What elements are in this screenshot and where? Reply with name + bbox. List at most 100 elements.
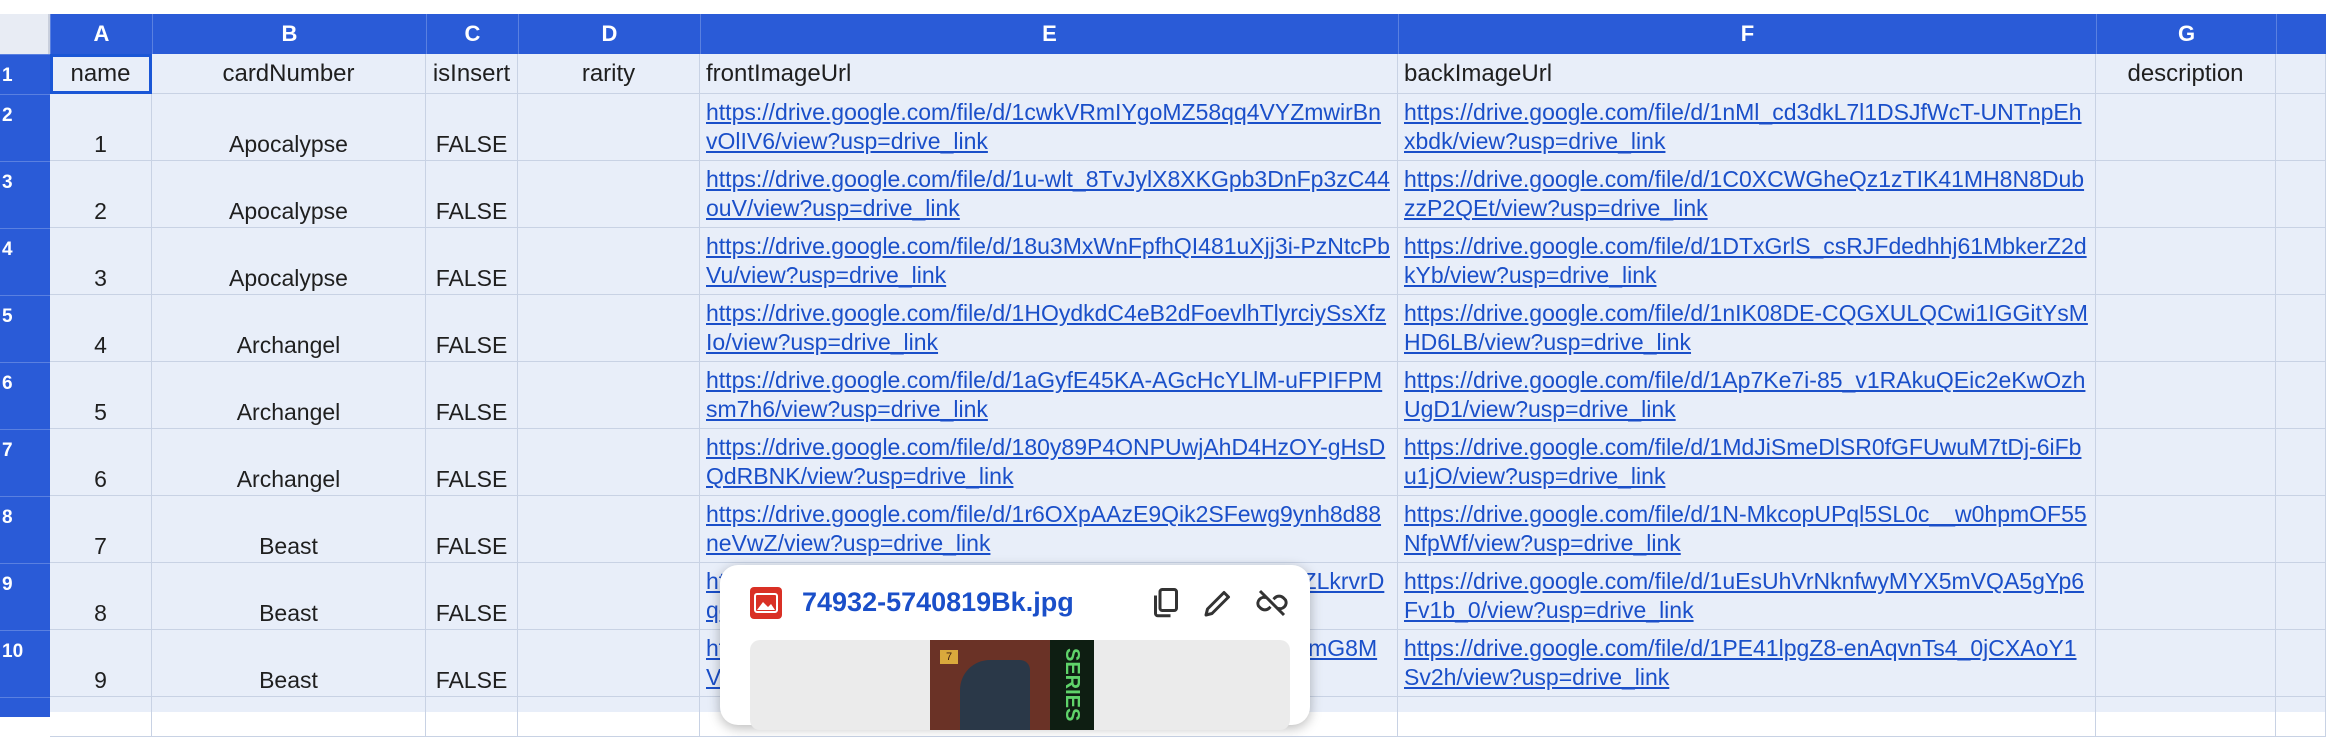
cell-frontimageurl[interactable]: https://drive.google.com/file/d/1HOydkdC…	[700, 295, 1398, 362]
cell-rarity[interactable]	[518, 295, 700, 362]
cell-h[interactable]	[2276, 295, 2326, 362]
cell-description[interactable]	[2096, 228, 2276, 295]
row-header-5[interactable]: 5	[0, 295, 50, 362]
cell-cardnumber[interactable]: Apocalypse	[152, 228, 426, 295]
cell-name[interactable]	[50, 697, 152, 737]
column-header-h[interactable]	[2276, 14, 2326, 54]
row-header-1[interactable]: 1	[0, 54, 50, 94]
cell-name[interactable]: 4	[50, 295, 152, 362]
cell-rarity[interactable]	[518, 630, 700, 697]
cell-description[interactable]	[2096, 563, 2276, 630]
cell-frontimageurl[interactable]: https://drive.google.com/file/d/1r6OXpAA…	[700, 496, 1398, 563]
cell-cardnumber[interactable]: Apocalypse	[152, 94, 426, 161]
column-header-f[interactable]: F	[1398, 14, 2096, 54]
cell-name[interactable]: 3	[50, 228, 152, 295]
cell-cardnumber[interactable]: Apocalypse	[152, 161, 426, 228]
cell-description[interactable]	[2096, 161, 2276, 228]
image-preview[interactable]: 7 SERIES	[750, 640, 1290, 730]
row-header-4[interactable]: 4	[0, 228, 50, 295]
cell-isinsert[interactable]	[426, 697, 518, 737]
unlink-icon[interactable]	[1254, 585, 1290, 621]
cell-description[interactable]	[2096, 295, 2276, 362]
cell-h[interactable]	[2276, 563, 2326, 630]
cell-description[interactable]	[2096, 362, 2276, 429]
cell-description[interactable]	[2096, 94, 2276, 161]
cell-h[interactable]	[2276, 94, 2326, 161]
back-image-link[interactable]: https://drive.google.com/file/d/1N-Mkcop…	[1404, 501, 2087, 556]
row-header-7[interactable]: 7	[0, 429, 50, 496]
column-header-g[interactable]: G	[2096, 14, 2276, 54]
cell-description-header[interactable]: description	[2096, 54, 2276, 94]
cell-isinsert[interactable]: FALSE	[426, 161, 518, 228]
cell-h[interactable]	[2276, 429, 2326, 496]
cell-frontimageurl[interactable]: https://drive.google.com/file/d/1aGyfE45…	[700, 362, 1398, 429]
cell-cardnumber[interactable]	[152, 697, 426, 737]
cell-h-header[interactable]	[2276, 54, 2326, 94]
cell-backimageurl[interactable]: https://drive.google.com/file/d/1DTxGrlS…	[1398, 228, 2096, 295]
back-image-link[interactable]: https://drive.google.com/file/d/1DTxGrlS…	[1404, 233, 2087, 288]
cell-rarity[interactable]	[518, 496, 700, 563]
cell-isinsert[interactable]: FALSE	[426, 563, 518, 630]
cell-h[interactable]	[2276, 228, 2326, 295]
front-image-link[interactable]: https://drive.google.com/file/d/1cwkVRmI…	[706, 99, 1381, 154]
cell-cardnumber-header[interactable]: cardNumber	[152, 54, 426, 94]
cell-name[interactable]: 6	[50, 429, 152, 496]
front-image-link[interactable]: https://drive.google.com/file/d/180y89P4…	[706, 434, 1385, 489]
front-image-link[interactable]: https://drive.google.com/file/d/1r6OXpAA…	[706, 501, 1381, 556]
row-header-8[interactable]: 8	[0, 496, 50, 563]
cell-name[interactable]: 8	[50, 563, 152, 630]
cell-cardnumber[interactable]: Archangel	[152, 295, 426, 362]
cell-h[interactable]	[2276, 362, 2326, 429]
cell-isinsert[interactable]: FALSE	[426, 362, 518, 429]
cell-h[interactable]	[2276, 161, 2326, 228]
cell-isinsert[interactable]: FALSE	[426, 94, 518, 161]
cell-cardnumber[interactable]: Beast	[152, 563, 426, 630]
cell-backimageurl[interactable]: https://drive.google.com/file/d/1N-Mkcop…	[1398, 496, 2096, 563]
cell-h[interactable]	[2276, 697, 2326, 737]
cell-isinsert[interactable]: FALSE	[426, 228, 518, 295]
cell-cardnumber[interactable]: Beast	[152, 496, 426, 563]
cell-frontimageurl[interactable]: https://drive.google.com/file/d/180y89P4…	[700, 429, 1398, 496]
cell-backimageurl[interactable]	[1398, 697, 2096, 737]
row-header-2[interactable]: 2	[0, 94, 50, 161]
cell-rarity[interactable]	[518, 94, 700, 161]
cell-description[interactable]	[2096, 429, 2276, 496]
cell-rarity[interactable]	[518, 563, 700, 630]
cell-isinsert[interactable]: FALSE	[426, 295, 518, 362]
cell-h[interactable]	[2276, 630, 2326, 697]
front-image-link[interactable]: https://drive.google.com/file/d/1HOydkdC…	[706, 300, 1386, 355]
cell-rarity[interactable]	[518, 429, 700, 496]
front-image-link[interactable]: https://drive.google.com/file/d/1u-wlt_8…	[706, 166, 1390, 221]
cell-rarity[interactable]	[518, 228, 700, 295]
front-image-link[interactable]: https://drive.google.com/file/d/18u3MxWn…	[706, 233, 1390, 288]
cell-description[interactable]	[2096, 697, 2276, 737]
cell-cardnumber[interactable]: Archangel	[152, 429, 426, 496]
column-header-d[interactable]: D	[518, 14, 700, 54]
cell-frontimageurl[interactable]: https://drive.google.com/file/d/1cwkVRmI…	[700, 94, 1398, 161]
cell-backimageurl[interactable]: https://drive.google.com/file/d/1nMl_cd3…	[1398, 94, 2096, 161]
cell-h[interactable]	[2276, 496, 2326, 563]
cell-isinsert-header[interactable]: isInsert	[426, 54, 518, 94]
cell-name[interactable]: 5	[50, 362, 152, 429]
column-header-b[interactable]: B	[152, 14, 426, 54]
back-image-link[interactable]: https://drive.google.com/file/d/1nIK08DE…	[1404, 300, 2088, 355]
cell-frontimageurl-header[interactable]: frontImageUrl	[700, 54, 1398, 94]
column-header-a[interactable]: A	[50, 14, 152, 54]
row-header-9[interactable]: 9	[0, 563, 50, 630]
column-header-e[interactable]: E	[700, 14, 1398, 54]
row-header-3[interactable]: 3	[0, 161, 50, 228]
column-header-c[interactable]: C	[426, 14, 518, 54]
cell-backimageurl[interactable]: https://drive.google.com/file/d/1C0XCWGh…	[1398, 161, 2096, 228]
copy-icon[interactable]	[1148, 585, 1184, 621]
cell-frontimageurl[interactable]: https://drive.google.com/file/d/18u3MxWn…	[700, 228, 1398, 295]
cell-backimageurl[interactable]: https://drive.google.com/file/d/1PE41lpg…	[1398, 630, 2096, 697]
cell-cardnumber[interactable]: Archangel	[152, 362, 426, 429]
select-all-corner[interactable]	[0, 14, 50, 54]
cell-rarity[interactable]	[518, 697, 700, 737]
cell-backimageurl[interactable]: https://drive.google.com/file/d/1Ap7Ke7i…	[1398, 362, 2096, 429]
cell-name[interactable]: 9	[50, 630, 152, 697]
cell-description[interactable]	[2096, 630, 2276, 697]
row-header-11[interactable]	[0, 697, 50, 717]
back-image-link[interactable]: https://drive.google.com/file/d/1MdJiSme…	[1404, 434, 2081, 489]
cell-frontimageurl[interactable]: https://drive.google.com/file/d/1u-wlt_8…	[700, 161, 1398, 228]
